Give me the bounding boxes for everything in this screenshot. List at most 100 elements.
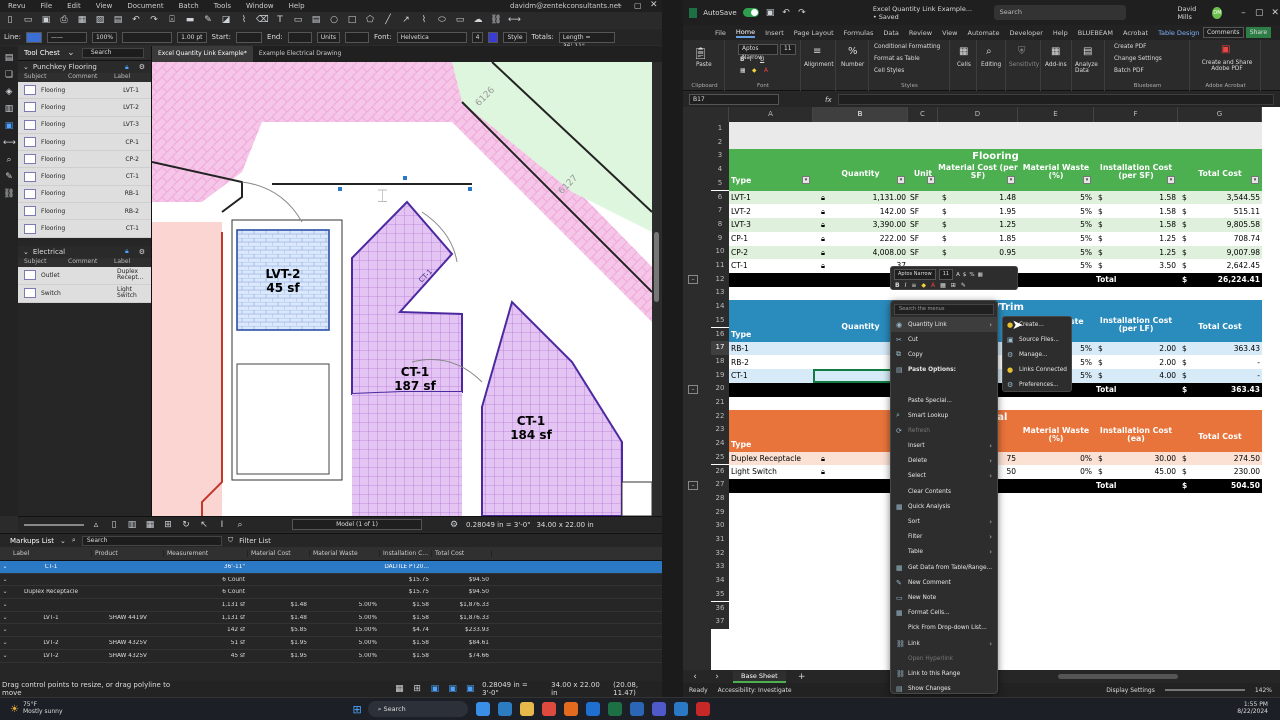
- horizontal-scrollbar[interactable]: [1057, 674, 1178, 679]
- lock-icon[interactable]: 🔒︎: [125, 247, 129, 256]
- cell[interactable]: CT-1: [729, 259, 813, 273]
- merge-icon[interactable]: ⊞: [951, 282, 956, 289]
- cell[interactable]: 1.85: [938, 232, 1018, 246]
- column-header-g[interactable]: G: [1178, 107, 1262, 122]
- table-row[interactable]: ⌄ Duplex Receptacle 6 Count $15.75 $94.50: [0, 586, 662, 600]
- column-header-b[interactable]: B: [813, 107, 908, 122]
- cell[interactable]: Duplex Receptacle: [729, 452, 813, 466]
- sensitivity-button[interactable]: Sensitivity: [1009, 62, 1039, 68]
- end-select[interactable]: [287, 31, 312, 43]
- borders-icon[interactable]: ▦: [740, 68, 745, 74]
- cell[interactable]: LVT-2: [729, 205, 813, 219]
- arrow-icon[interactable]: ↗: [400, 14, 412, 26]
- cell[interactable]: 1.25: [938, 218, 1018, 232]
- tool-item[interactable]: Flooring RB-2: [18, 203, 151, 221]
- context-menu-item[interactable]: Filter ›: [891, 530, 997, 545]
- font-size-select[interactable]: 11: [780, 44, 796, 55]
- weather-desc[interactable]: Mostly sunny: [23, 708, 63, 716]
- cell[interactable]: 1.58: [1094, 205, 1178, 219]
- percent-icon[interactable]: %: [969, 272, 974, 278]
- grid-icon[interactable]: ▦: [76, 14, 88, 26]
- sheet-tab-base[interactable]: Base Sheet: [733, 670, 786, 683]
- signatures-icon[interactable]: ✎: [3, 171, 15, 183]
- row-header[interactable]: 29: [711, 505, 729, 520]
- cell[interactable]: LVT-3: [729, 218, 813, 232]
- close-icon[interactable]: ✕: [650, 0, 658, 10]
- cell[interactable]: Light Switch: [729, 465, 813, 479]
- cell[interactable]: 26,224.41: [1178, 273, 1262, 287]
- gear-icon[interactable]: ⚙: [448, 519, 460, 531]
- column-header-cell[interactable]: Quantity: [813, 169, 908, 178]
- tool-chest-search[interactable]: Search: [81, 48, 144, 58]
- cell[interactable]: CT-1: [729, 369, 813, 383]
- align-icon[interactable]: ≡: [911, 282, 916, 289]
- cell[interactable]: 1.25: [1094, 232, 1178, 246]
- mini-size-select[interactable]: 11: [938, 269, 954, 280]
- row-header[interactable]: 1: [711, 122, 729, 136]
- addins-button[interactable]: Add-ins: [1045, 62, 1067, 68]
- select-icon[interactable]: ↖: [198, 519, 210, 531]
- markups-col-header[interactable]: Material Cost: [248, 550, 310, 557]
- new-icon[interactable]: ▯: [4, 14, 16, 26]
- markup-snap-icon[interactable]: ▣: [447, 683, 459, 695]
- close-icon[interactable]: ✕: [1270, 7, 1280, 19]
- accessibility-status[interactable]: Accessibility: Investigate: [718, 687, 792, 694]
- row-header[interactable]: 35: [711, 587, 729, 602]
- expand-icon[interactable]: ⌄: [0, 589, 10, 595]
- note-icon[interactable]: ▤: [310, 14, 322, 26]
- windows-start-icon[interactable]: ⊞: [353, 703, 362, 716]
- column-header-cell[interactable]: Total Cost: [1178, 169, 1262, 178]
- image-icon[interactable]: ▨: [94, 14, 106, 26]
- drawing-scrollbar[interactable]: [652, 62, 662, 516]
- edge-icon[interactable]: [497, 702, 512, 716]
- row-header[interactable]: 28: [711, 491, 729, 506]
- grid-icon[interactable]: ▦: [394, 683, 406, 695]
- row-header[interactable]: 9: [711, 231, 729, 246]
- markups-col-header[interactable]: Label: [10, 550, 92, 557]
- row-header[interactable]: 31: [711, 533, 729, 547]
- tab-review[interactable]: Review: [909, 29, 932, 37]
- autosave-toggle[interactable]: [742, 8, 760, 17]
- cell[interactable]: 222.00: [813, 232, 908, 246]
- cell[interactable]: RB-2: [729, 356, 813, 370]
- row-header[interactable]: 11: [711, 259, 729, 273]
- context-menu-item[interactable]: ▦ Get Data from Table/Range...: [891, 560, 997, 575]
- tab-insert[interactable]: Insert: [765, 29, 784, 37]
- formula-input[interactable]: [837, 94, 1274, 105]
- row-header[interactable]: 17: [711, 341, 729, 355]
- fill-color-icon[interactable]: ◆: [921, 282, 926, 289]
- collapse-group-icon[interactable]: –: [688, 275, 698, 284]
- search-icon[interactable]: ⌕: [72, 536, 76, 545]
- measure-icon[interactable]: ⟷: [508, 14, 521, 26]
- open-icon[interactable]: ▭: [22, 14, 34, 26]
- cell[interactable]: 363.43: [1178, 342, 1262, 356]
- units-select[interactable]: Units: [316, 31, 341, 43]
- cell[interactable]: 30.00: [1094, 452, 1178, 466]
- row-header[interactable]: 32: [711, 546, 729, 561]
- cell[interactable]: 0%: [1018, 465, 1094, 479]
- model-select[interactable]: Model (1 of 1): [292, 519, 422, 530]
- eraser-icon[interactable]: ⌫: [256, 14, 269, 26]
- collapse-icon[interactable]: ⌄: [23, 63, 29, 71]
- content-snap-icon[interactable]: ▣: [429, 683, 441, 695]
- cells-icon[interactable]: ▦: [959, 46, 968, 57]
- tab-automate[interactable]: Automate: [968, 29, 1000, 37]
- cell[interactable]: SF: [908, 218, 938, 232]
- textbox-icon[interactable]: ▭: [292, 14, 304, 26]
- format-icon[interactable]: ▦: [978, 272, 983, 278]
- context-menu-item[interactable]: ⧉ Copy: [891, 347, 997, 362]
- context-menu-item[interactable]: Insert ›: [891, 439, 997, 454]
- cell[interactable]: 0%: [1018, 452, 1094, 466]
- lock-icon[interactable]: 🔒︎: [125, 63, 129, 72]
- row-header[interactable]: 20: [711, 382, 729, 396]
- font-color-icon[interactable]: A: [931, 282, 935, 289]
- sensitivity-icon[interactable]: ⛨: [1018, 46, 1026, 57]
- currency-icon[interactable]: $: [963, 272, 967, 278]
- callout-icon[interactable]: ◪: [220, 14, 232, 26]
- context-menu-item[interactable]: ⌕ Smart Lookup: [891, 408, 997, 423]
- editing-button[interactable]: Editing: [981, 62, 1001, 68]
- filter-dropdown-icon[interactable]: ▾: [1083, 176, 1091, 185]
- line-icon[interactable]: ╱: [382, 14, 394, 26]
- row-header[interactable]: 23: [711, 423, 729, 438]
- polyline-icon[interactable]: ⌇: [418, 14, 430, 26]
